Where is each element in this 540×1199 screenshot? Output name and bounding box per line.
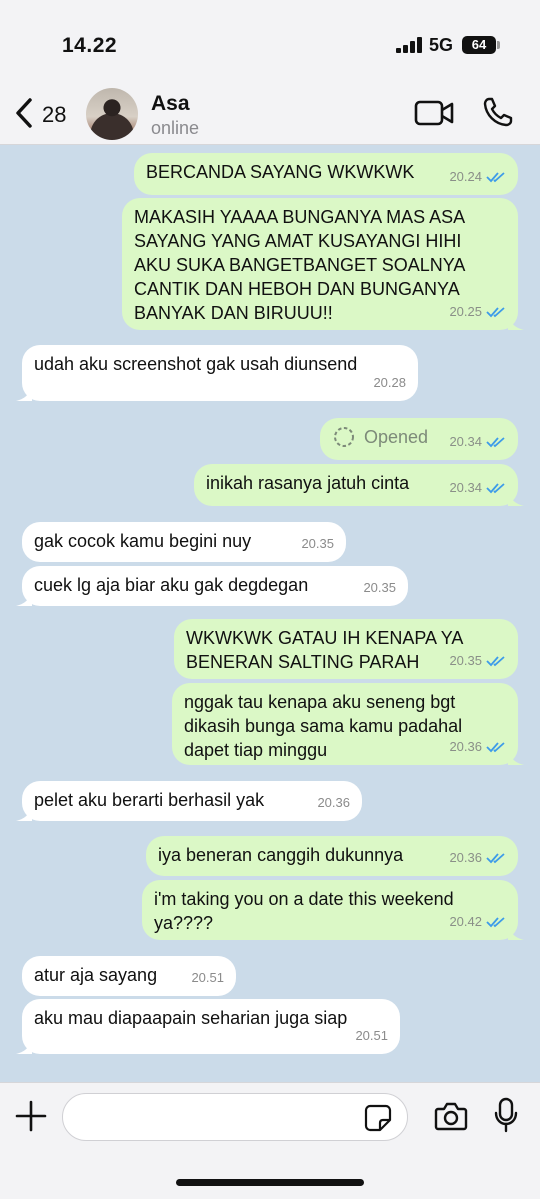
battery-nub [497,41,500,49]
message-time: 20.34 [449,434,482,449]
message-text: aku mau diapaapain seharian juga siap [34,1008,348,1028]
back-unread-count[interactable]: 28 [42,102,66,128]
message-bubble-outgoing[interactable]: MAKASIH YAAAA BUNGANYA MAS ASA SAYANG YA… [122,198,524,330]
contact-name[interactable]: Asa [151,92,190,116]
message-time: 20.28 [373,375,406,390]
double-check-icon [486,483,505,494]
message-time: 20.51 [355,1028,388,1043]
message-bubble-outgoing[interactable]: nggak tau kenapa aku seneng bgt dikasih … [172,683,524,765]
bubble-tail [16,1038,32,1054]
message-time: 20.42 [449,914,482,929]
message-text: cuek lg aja biar aku gak degdegan [34,575,309,595]
message-input[interactable] [62,1093,408,1141]
message-bubble-outgoing[interactable]: BERCANDA SAYANG WKWKWK 20.24 [134,153,518,195]
message-time: 20.35 [449,653,482,668]
sticker-icon[interactable] [364,1104,392,1132]
phone-icon[interactable] [482,96,514,128]
message-time: 20.34 [449,480,482,495]
video-call-icon[interactable] [414,99,454,127]
double-check-icon [486,437,505,448]
opened-label: Opened [364,427,429,447]
message-bubble-incoming[interactable]: cuek lg aja biar aku gak degdegan 20.35 [16,566,408,606]
message-time: 20.35 [301,536,334,551]
chat-header [0,0,540,145]
signal-icon [396,37,422,53]
double-check-icon [486,172,505,183]
message-time: 20.36 [449,739,482,754]
camera-icon[interactable] [434,1100,468,1132]
contact-status: online [151,118,200,138]
double-check-icon [486,742,505,753]
message-bubble-outgoing[interactable]: iya beneran canggih dukunnya 20.36 [146,836,518,876]
message-bubble-outgoing[interactable]: WKWKWK GATAU IH KENAPA YA BENERAN SALTIN… [174,619,518,679]
opened-status-icon [334,427,354,447]
bubble-tail [508,749,524,765]
network-label: 5G [429,35,454,55]
message-bubble-outgoing[interactable]: Opened 20.34 [320,418,518,460]
battery-icon: 64 [462,36,496,54]
message-time: 20.36 [449,850,482,865]
message-text: udah aku screenshot gak usah diunsend [34,354,358,374]
message-bubble-outgoing[interactable]: inikah rasanya jatuh cinta 20.34 [194,464,524,506]
bubble-tail [508,314,524,330]
bubble-tail [508,924,524,940]
avatar[interactable] [86,88,138,140]
home-indicator [176,1179,364,1186]
bubble-tail [16,590,32,606]
double-check-icon [486,853,505,864]
message-text: gak cocok kamu begini nuy [34,531,252,551]
message-time: 20.51 [191,970,224,985]
message-bubble-incoming[interactable]: udah aku screenshot gak usah diunsend 20… [16,345,418,401]
message-bubble-incoming[interactable]: aku mau diapaapain seharian juga siap 20… [16,999,400,1054]
double-check-icon [486,917,505,928]
message-time: 20.24 [449,169,482,184]
status-time: 14.22 [62,34,118,57]
back-chevron-icon[interactable] [10,96,38,130]
bubble-tail [508,490,524,506]
bubble-tail [16,805,32,821]
message-time: 20.35 [363,580,396,595]
plus-icon[interactable] [14,1099,48,1133]
message-time: 20.25 [449,304,482,319]
message-bubble-incoming[interactable]: atur aja sayang 20.51 [22,956,236,996]
double-check-icon [486,307,505,318]
message-bubble-outgoing[interactable]: i'm taking you on a date this weekend ya… [142,880,524,940]
double-check-icon [486,656,505,667]
bubble-tail [16,385,32,401]
microphone-icon[interactable] [493,1097,519,1133]
message-bubble-incoming[interactable]: gak cocok kamu begini nuy 20.35 [22,522,346,562]
message-bubble-incoming[interactable]: pelet aku berarti berhasil yak 20.36 [16,781,362,821]
message-time: 20.36 [317,795,350,810]
message-text: pelet aku berarti berhasil yak [34,790,265,810]
